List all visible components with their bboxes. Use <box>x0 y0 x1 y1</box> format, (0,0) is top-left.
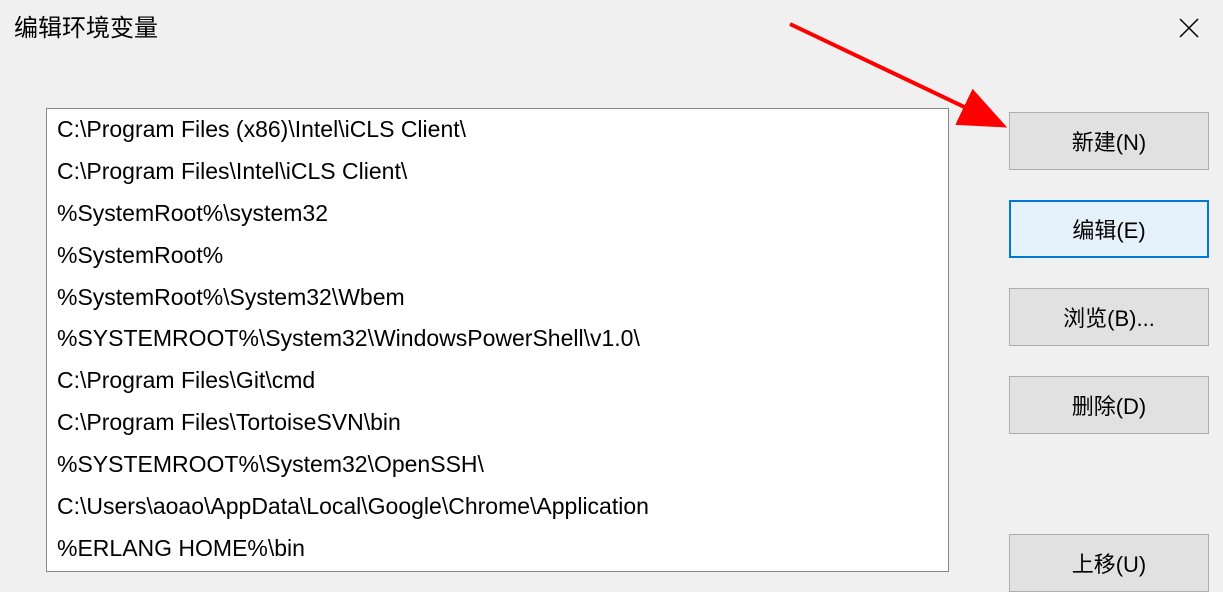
list-item[interactable]: C:\Program Files (x86)\Intel\iCLS Client… <box>47 109 948 151</box>
list-item[interactable]: %SystemRoot%\System32\Wbem <box>47 277 948 319</box>
list-item[interactable]: %SYSTEMROOT%\System32\WindowsPowerShell\… <box>47 318 948 360</box>
list-item[interactable]: %SystemRoot%\system32 <box>47 193 948 235</box>
close-icon[interactable] <box>1169 8 1209 48</box>
new-button[interactable]: 新建(N) <box>1009 112 1209 170</box>
list-item[interactable]: %ERLANG HOME%\bin <box>47 528 948 570</box>
list-item[interactable]: C:\Users\aoao\AppData\Local\Google\Chrom… <box>47 486 948 528</box>
list-item[interactable]: C:\Program Files\TortoiseSVN\bin <box>47 402 948 444</box>
move-up-button[interactable]: 上移(U) <box>1009 534 1209 592</box>
list-item[interactable]: %SystemRoot% <box>47 235 948 277</box>
content-area: C:\Program Files (x86)\Intel\iCLS Client… <box>0 48 1223 592</box>
path-list[interactable]: C:\Program Files (x86)\Intel\iCLS Client… <box>46 108 949 572</box>
delete-button[interactable]: 删除(D) <box>1009 376 1209 434</box>
list-item[interactable]: C:\Program Files\Git\cmd <box>47 360 948 402</box>
title-bar: 编辑环境变量 <box>0 0 1223 48</box>
list-item[interactable]: %SYSTEMROOT%\System32\OpenSSH\ <box>47 444 948 486</box>
dialog-title: 编辑环境变量 <box>14 8 158 43</box>
list-item[interactable]: C:\Program Files\Intel\iCLS Client\ <box>47 151 948 193</box>
button-column: 新建(N) 编辑(E) 浏览(B)... 删除(D) 上移(U) <box>1009 108 1209 592</box>
browse-button[interactable]: 浏览(B)... <box>1009 288 1209 346</box>
edit-button[interactable]: 编辑(E) <box>1009 200 1209 258</box>
